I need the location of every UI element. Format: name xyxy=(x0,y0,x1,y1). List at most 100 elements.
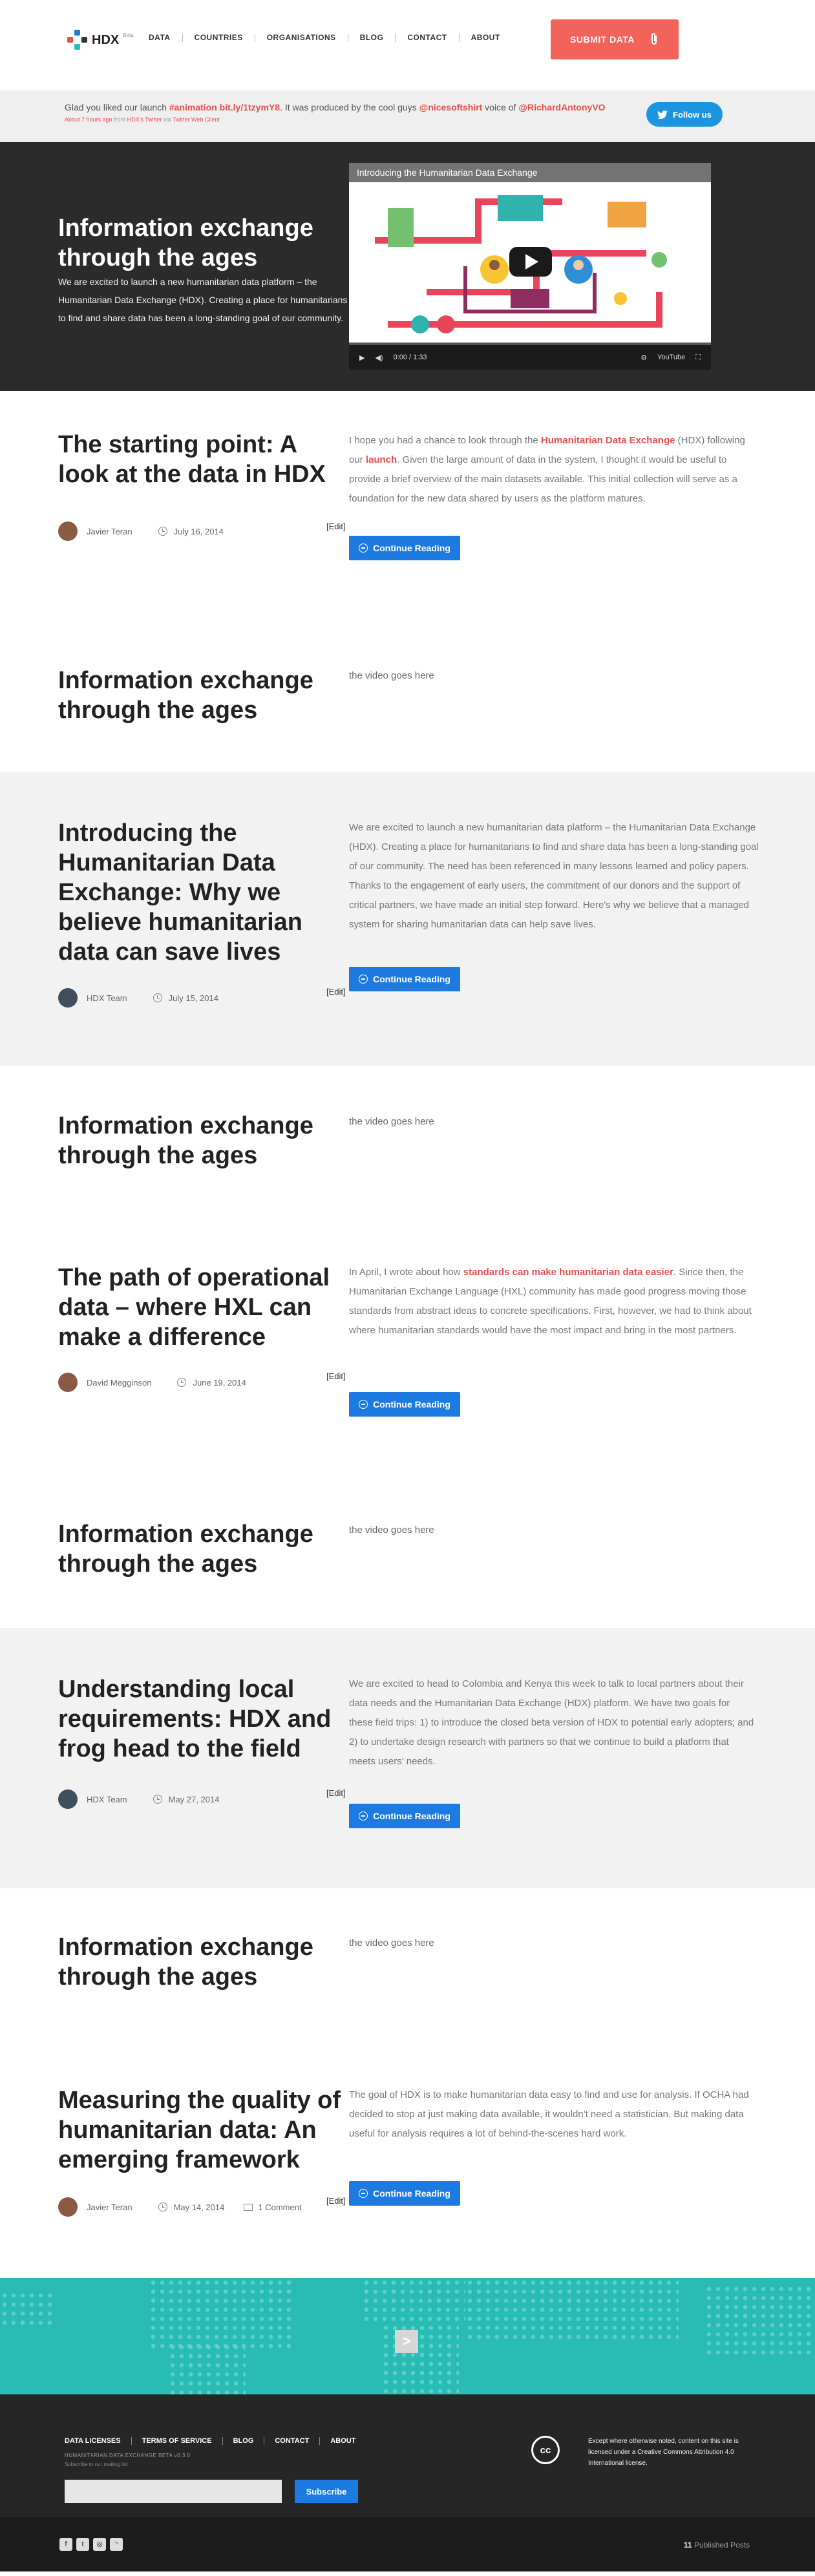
footer-nav: DATA LICENSES TERMS OF SERVICE BLOG CONT… xyxy=(65,2437,366,2445)
nav-data[interactable]: DATA xyxy=(149,34,183,42)
post-meta: Javier Teran July 16, 2014 xyxy=(58,522,224,541)
post-author[interactable]: HDX Team xyxy=(87,1795,127,1804)
dribbble-icon[interactable]: ◎ xyxy=(93,2538,106,2551)
hero-text: We are excited to launch a new humanitar… xyxy=(58,277,348,323)
post-title[interactable]: Understanding local requirements: HDX an… xyxy=(58,1674,349,1764)
video-play-button[interactable] xyxy=(509,247,552,277)
post-excerpt: We are excited to head to Colombia and K… xyxy=(349,1678,754,1767)
post-comments-link[interactable]: 1 Comment xyxy=(258,2202,301,2212)
tweet-meta: About 7 hours ago from HDX's Twitter via… xyxy=(65,116,220,123)
post-excerpt: The goal of HDX is to make humanitarian … xyxy=(349,2089,749,2139)
post-author[interactable]: HDX Team xyxy=(87,993,127,1003)
tweet-client-link[interactable]: Twitter Web Client xyxy=(173,116,220,123)
hdx-logo[interactable]: HDX Beta xyxy=(67,30,134,50)
edit-link[interactable]: [Edit] xyxy=(326,1788,346,1798)
footer-nav-about[interactable]: ABOUT xyxy=(320,2437,366,2445)
footer-nav-terms[interactable]: TERMS OF SERVICE xyxy=(132,2437,223,2445)
edit-link[interactable]: [Edit] xyxy=(326,522,346,531)
post-date: May 27, 2014 xyxy=(168,1794,220,1804)
tweet-source-link[interactable]: HDX's Twitter xyxy=(127,116,162,123)
subscribe-text: Subscribe to our mailing list xyxy=(65,2462,128,2467)
excerpt-text: . Given the large amount of data in the … xyxy=(349,454,737,504)
post-author[interactable]: Javier Teran xyxy=(87,2202,132,2212)
tweet-handle-link[interactable]: @RichardAntonyVO xyxy=(518,102,605,112)
site-header: HDX Beta DATA COUNTRIES ORGANISATIONS BL… xyxy=(0,0,815,90)
nav-contact[interactable]: CONTACT xyxy=(396,34,460,42)
arrow-circle-icon xyxy=(359,1811,368,1821)
excerpt-link[interactable]: standards can make humanitarian data eas… xyxy=(463,1267,673,1278)
post-title[interactable]: Introducing the Humanitarian Data Exchan… xyxy=(58,818,349,967)
post-excerpt: In April, I wrote about how standards ca… xyxy=(349,1263,756,1340)
edit-link[interactable]: [Edit] xyxy=(326,1371,346,1381)
youtube-icon[interactable]: YouTube xyxy=(657,354,685,361)
post-title[interactable]: The path of operational data – where HXL… xyxy=(58,1263,349,1352)
creative-commons-icon[interactable]: cc xyxy=(531,2436,560,2464)
tweet-handle-link[interactable]: @nicesoftshirt xyxy=(419,102,483,112)
play-icon[interactable]: ▶ xyxy=(359,354,365,362)
avatar xyxy=(58,1789,78,1809)
post-meta: David Megginson June 19, 2014 xyxy=(58,1373,246,1392)
post-date: June 19, 2014 xyxy=(193,1377,246,1388)
tweet-hashtag-link[interactable]: #animation bit.ly/1tzymY8 xyxy=(169,102,280,112)
nav-about[interactable]: ABOUT xyxy=(460,34,512,42)
fullscreen-icon[interactable]: ⛶ xyxy=(695,354,701,362)
tweet-meta-text: from xyxy=(112,116,127,123)
continue-reading-button[interactable]: Continue Reading xyxy=(349,536,460,560)
volume-icon[interactable]: ◀) xyxy=(375,354,383,362)
arrow-circle-icon xyxy=(359,1400,368,1409)
post-title[interactable]: The starting point: A look at the data i… xyxy=(58,430,349,489)
edit-link[interactable]: [Edit] xyxy=(326,987,346,997)
excerpt-text: In April, I wrote about how xyxy=(349,1267,463,1278)
nav-blog[interactable]: BLOG xyxy=(348,34,396,42)
footer-nav-contact[interactable]: CONTACT xyxy=(264,2437,321,2445)
arrow-circle-icon xyxy=(359,975,368,984)
nav-organisations[interactable]: ORGANISATIONS xyxy=(255,34,348,42)
next-page-button[interactable]: > xyxy=(395,2330,418,2353)
bottom-bar: f t ◎ ◝ 11 Published Posts xyxy=(0,2517,815,2571)
logo-beta-badge: Beta xyxy=(123,32,134,38)
main-nav: DATA COUNTRIES ORGANISATIONS BLOG CONTAC… xyxy=(149,34,512,42)
continue-reading-button[interactable]: Continue Reading xyxy=(349,2181,460,2206)
twitter-icon[interactable]: t xyxy=(76,2538,89,2551)
edit-link[interactable]: [Edit] xyxy=(326,2196,346,2206)
submit-data-label: SUBMIT DATA xyxy=(570,34,635,45)
post-date: May 14, 2014 xyxy=(173,2202,225,2212)
map-dots xyxy=(362,2278,465,2323)
post-meta: Javier Teran May 14, 2014 1 Comment xyxy=(58,2197,302,2217)
continue-reading-button[interactable]: Continue Reading xyxy=(349,1804,460,1828)
clock-icon xyxy=(158,527,167,536)
excerpt-link[interactable]: launch xyxy=(366,454,397,465)
avatar xyxy=(58,522,78,541)
map-dots xyxy=(465,2278,679,2343)
tweet-text-part: voice of xyxy=(482,102,519,112)
post-author[interactable]: David Megginson xyxy=(87,1378,151,1388)
arrow-circle-icon xyxy=(359,2189,368,2198)
clock-icon xyxy=(153,1795,162,1804)
post-count-label: Published Posts xyxy=(692,2540,750,2550)
hero-section: Information exchange through the ages We… xyxy=(0,142,815,391)
continue-reading-button[interactable]: Continue Reading xyxy=(349,1392,460,1417)
settings-icon[interactable]: ⚙ xyxy=(640,354,647,362)
submit-data-button[interactable]: SUBMIT DATA xyxy=(551,19,679,59)
map-dots xyxy=(704,2285,815,2356)
map-dots xyxy=(0,2291,52,2330)
continue-reading-button[interactable]: Continue Reading xyxy=(349,967,460,991)
video-player[interactable]: Introducing the Humanitarian Data Exchan… xyxy=(349,163,711,370)
post-section: Information exchange through the ages th… xyxy=(0,1066,815,1628)
footer-nav-data-licenses[interactable]: DATA LICENSES xyxy=(65,2437,132,2445)
video-title[interactable]: Introducing the Humanitarian Data Exchan… xyxy=(357,167,537,178)
post-title[interactable]: Measuring the quality of humanitarian da… xyxy=(58,2085,349,2175)
post-author[interactable]: Javier Teran xyxy=(87,527,132,536)
follow-us-button[interactable]: Follow us xyxy=(646,102,723,127)
twitter-bar: Glad you liked our launch #animation bit… xyxy=(0,90,815,142)
footer-version: HUMANITARIAN DATA EXCHANGE BETA v0.3.0 xyxy=(65,2453,191,2458)
rss-icon[interactable]: ◝ xyxy=(110,2538,123,2551)
excerpt-link[interactable]: Humanitarian Data Exchange xyxy=(541,435,675,446)
subscribe-button[interactable]: Subscribe xyxy=(295,2480,358,2503)
footer-nav-blog[interactable]: BLOG xyxy=(223,2437,265,2445)
video-placeholder: the video goes here xyxy=(349,1116,434,1127)
tweet-time-link[interactable]: About 7 hours ago xyxy=(65,116,112,123)
subscribe-email-input[interactable] xyxy=(65,2480,282,2503)
nav-countries[interactable]: COUNTRIES xyxy=(183,34,255,42)
facebook-icon[interactable]: f xyxy=(59,2538,72,2551)
